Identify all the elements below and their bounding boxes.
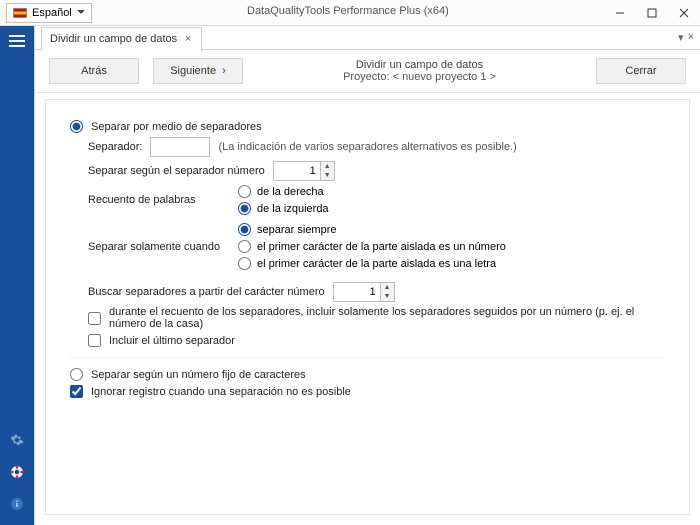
radio-onlywhen-always[interactable] xyxy=(238,223,251,236)
label-sep-index: Separar según el separador número xyxy=(88,165,265,177)
spin-down-icon[interactable]: ▼ xyxy=(381,292,394,301)
language-label: Español xyxy=(32,7,72,19)
hint-separator: (La indicación de varios separadores alt… xyxy=(218,141,516,153)
tab-label: Dividir un campo de datos xyxy=(50,33,177,45)
minimize-button[interactable] xyxy=(604,0,636,26)
window-title: DataQualityTools Performance Plus (x64) xyxy=(92,7,604,19)
tabstrip: Dividir un campo de datos × ▾ × xyxy=(35,26,700,50)
menu-icon[interactable] xyxy=(8,32,26,50)
radio-mode-separators[interactable] xyxy=(70,120,83,133)
radio-wc-right[interactable] xyxy=(238,185,251,198)
side-rail xyxy=(0,26,34,525)
language-dropdown[interactable]: Español xyxy=(6,3,92,23)
spin-up-icon[interactable]: ▲ xyxy=(321,162,334,171)
radio-mode-fixed[interactable] xyxy=(70,368,83,381)
divider xyxy=(70,357,665,358)
next-button[interactable]: Siguiente › xyxy=(153,58,243,84)
radio-wc-left[interactable] xyxy=(238,202,251,215)
spin-up-icon[interactable]: ▲ xyxy=(381,283,394,292)
label-followed-number: durante el recuento de los separadores, … xyxy=(109,306,665,330)
chevron-right-icon: › xyxy=(222,65,226,77)
label-include-last: Incluir el último separador xyxy=(109,335,235,347)
radio-onlywhen-firstletter[interactable] xyxy=(238,257,251,270)
form-panel: Separar por medio de separadores Separad… xyxy=(45,99,690,515)
close-window-button[interactable] xyxy=(668,0,700,26)
label-mode-fixed: Separar según un número fijo de caracter… xyxy=(91,369,306,381)
radio-onlywhen-firstnum[interactable] xyxy=(238,240,251,253)
label-mode-separators: Separar por medio de separadores xyxy=(91,121,262,133)
lifebuoy-icon[interactable] xyxy=(8,463,26,481)
fromchar-value[interactable] xyxy=(334,283,380,301)
flag-es-icon xyxy=(13,8,27,18)
tab-menu-icon[interactable]: ▾ xyxy=(678,31,684,44)
sep-index-value[interactable] xyxy=(274,162,320,180)
gear-icon[interactable] xyxy=(8,431,26,449)
titlebar: Español DataQualityTools Performance Plu… xyxy=(0,0,700,26)
chk-followed-number[interactable] xyxy=(88,312,101,325)
sep-index-spinner[interactable]: ▲▼ xyxy=(273,161,335,181)
chevron-down-icon xyxy=(77,10,85,18)
back-button[interactable]: Atrás xyxy=(49,58,139,84)
maximize-button[interactable] xyxy=(636,0,668,26)
chk-ignore[interactable] xyxy=(70,385,83,398)
label-fromchar: Buscar separadores a partir del carácter… xyxy=(88,286,325,298)
spin-down-icon[interactable]: ▼ xyxy=(321,171,334,180)
tab-close-icon[interactable]: × xyxy=(183,33,193,45)
tab-close-all-icon[interactable]: × xyxy=(688,31,694,44)
label-separator: Separador: xyxy=(88,141,142,153)
info-icon[interactable] xyxy=(8,495,26,513)
tab-split-field[interactable]: Dividir un campo de datos × xyxy=(41,27,202,51)
separator-input[interactable] xyxy=(150,137,210,157)
page-header: Dividir un campo de datos Proyecto: < nu… xyxy=(257,59,582,83)
chk-include-last[interactable] xyxy=(88,334,101,347)
label-onlywhen: Separar solamente cuando xyxy=(88,241,238,253)
fromchar-spinner[interactable]: ▲▼ xyxy=(333,282,395,302)
toolbar: Atrás Siguiente › Dividir un campo de da… xyxy=(35,50,700,93)
close-button[interactable]: Cerrar xyxy=(596,58,686,84)
label-wordcount: Recuento de palabras xyxy=(88,194,238,206)
label-ignore: Ignorar registro cuando una separación n… xyxy=(91,386,351,398)
